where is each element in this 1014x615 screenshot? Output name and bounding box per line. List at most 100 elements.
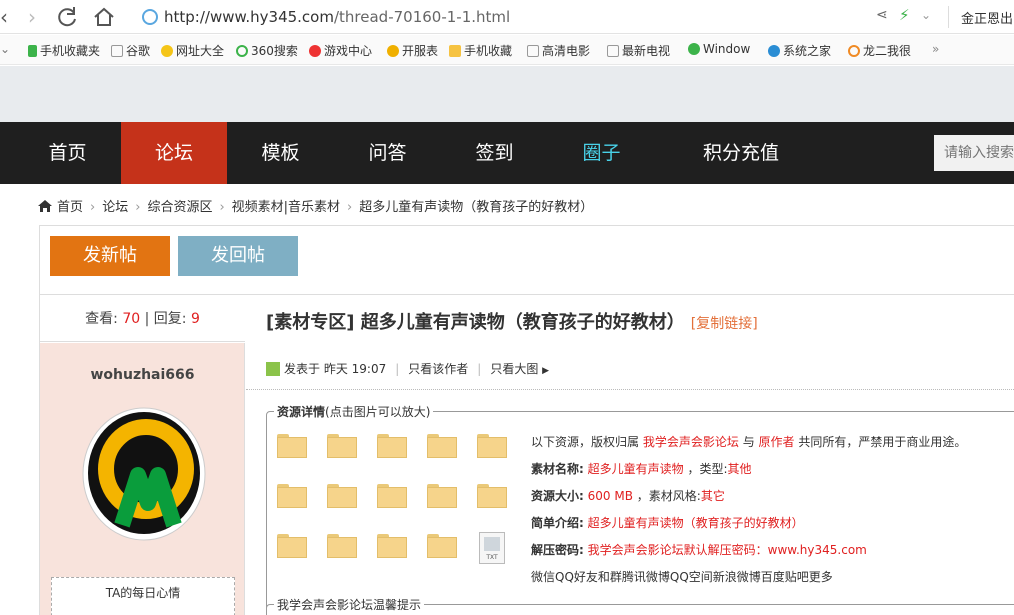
search-input[interactable] <box>934 135 1014 171</box>
copy-author: 原作者 <box>758 435 795 449</box>
new-post-button[interactable]: 发新帖 <box>50 236 170 276</box>
refresh-icon[interactable] <box>56 5 80 29</box>
size-label: 资源大小: <box>531 489 584 503</box>
nav-forum[interactable]: 论坛 <box>121 122 227 184</box>
home-icon[interactable] <box>92 5 116 29</box>
crumb-separator: › <box>219 200 225 215</box>
resource-fieldset: 资源详情(点击图片可以放大) TXT 以下资源，版权归属 我学会声会影论坛 与 … <box>266 403 1014 615</box>
nav-checkin[interactable]: 签到 <box>441 122 548 184</box>
copy-site[interactable]: 我学会声会影论坛 <box>643 435 739 449</box>
nav-templates[interactable]: 模板 <box>227 122 334 184</box>
site-secure-icon <box>142 9 158 25</box>
lightning-icon[interactable]: ⚡ <box>899 6 910 24</box>
bookmark-item[interactable]: 网址大全 <box>161 42 224 59</box>
folder-icon[interactable] <box>277 434 307 458</box>
folder-body <box>377 537 407 558</box>
folder-icon[interactable] <box>327 484 357 508</box>
share-icon[interactable]: ⋖ <box>876 7 888 23</box>
copy-post: 共同所有，严禁用于商业用途。 <box>798 435 967 449</box>
type-label: ，类型: <box>687 462 728 476</box>
page-icon <box>527 45 539 57</box>
back-icon[interactable]: ‹ <box>0 5 16 29</box>
mood-label: TA的每日心情 <box>105 586 181 600</box>
folder-icon[interactable] <box>327 434 357 458</box>
360-icon <box>236 45 248 57</box>
bookmark-item[interactable]: 手机收藏夹 <box>28 42 100 59</box>
folder-icon[interactable] <box>427 434 457 458</box>
meta-divider: | <box>477 362 482 376</box>
bookmark-item[interactable]: 高清电影 <box>527 42 590 59</box>
main-nav: 首页 论坛 模板 问答 签到 圈子 积分充值 <box>0 122 1014 184</box>
bookmark-item[interactable]: 游戏中心 <box>309 42 372 59</box>
title-text: 超多儿童有声读物（教育孩子的好教材） <box>360 312 685 333</box>
user-name[interactable]: 金正恩出 <box>961 8 1013 27</box>
page-icon <box>607 45 619 57</box>
crumb-board[interactable]: 视频素材|音乐素材 <box>232 200 340 215</box>
bookmark-item[interactable]: 开服表 <box>387 42 438 59</box>
replies-count: 9 <box>190 311 200 327</box>
crumb-home[interactable]: 首页 <box>57 200 83 215</box>
bookmark-item[interactable]: 系统之家 <box>768 42 831 59</box>
folder-body <box>427 437 457 458</box>
tips-fieldset: 我学会声会影论坛温馨提示 <box>266 596 1014 615</box>
folder-icon[interactable] <box>477 434 507 458</box>
post-time: 发表于 昨天 19:07 <box>284 362 387 376</box>
crumb-thread[interactable]: 超多儿童有声读物（教育孩子的好教材） <box>359 200 593 215</box>
style-label: ，素材风格: <box>636 489 701 503</box>
title-tag[interactable]: [素材专区] <box>266 312 354 333</box>
copy-pre: 以下资源，版权归属 <box>531 435 640 449</box>
avatar[interactable] <box>82 407 206 541</box>
forward-icon[interactable]: › <box>20 5 44 29</box>
folder-body <box>377 437 407 458</box>
folder-icon[interactable] <box>377 484 407 508</box>
bookmark-chevron-icon[interactable]: ⌄ <box>0 42 10 56</box>
folder-icon[interactable] <box>327 534 357 558</box>
play-icon: ▶ <box>542 366 550 376</box>
dotted-divider <box>246 389 1014 390</box>
bookmark-item[interactable]: 手机收藏 <box>449 42 512 59</box>
chevron-down-icon[interactable]: ⌄ <box>921 8 931 22</box>
password-value: 我学会声会影论坛默认解压密码：www.hy345.com <box>587 543 867 557</box>
folder-body <box>327 487 357 508</box>
bookmark-label: 开服表 <box>402 44 439 58</box>
bookmarks-more[interactable]: » <box>932 42 939 56</box>
bookmark-item[interactable]: Window <box>688 42 750 56</box>
crumb-section[interactable]: 综合资源区 <box>147 200 212 215</box>
folder-icon[interactable] <box>377 534 407 558</box>
replies-label: 回复: <box>153 311 187 327</box>
copy-link[interactable]: [复制链接] <box>691 316 758 332</box>
folder-icon[interactable] <box>277 534 307 558</box>
bookmark-item[interactable]: 最新电视 <box>607 42 670 59</box>
txt-label: TXT <box>486 554 498 561</box>
folder-body <box>377 487 407 508</box>
bookmark-item[interactable]: 谷歌 <box>111 42 150 59</box>
folder-icon[interactable] <box>427 534 457 558</box>
only-author-link[interactable]: 只看该作者 <box>408 362 468 376</box>
nav-qa[interactable]: 问答 <box>334 122 441 184</box>
bookmark-item[interactable]: 360搜索 <box>236 42 298 59</box>
only-big-link[interactable]: 只看大图 <box>490 362 538 376</box>
nav-home[interactable]: 首页 <box>14 122 121 184</box>
folder-icon[interactable] <box>277 484 307 508</box>
bookmark-item[interactable]: 龙二我很 <box>848 42 911 59</box>
password-label: 解压密码: <box>531 543 584 557</box>
name-value: 超多儿童有声读物 <box>587 462 684 476</box>
meta-divider: | <box>395 362 400 376</box>
folder-icon[interactable] <box>377 434 407 458</box>
bookmark-label: 手机收藏 <box>464 44 513 58</box>
crumb-forum[interactable]: 论坛 <box>102 200 128 215</box>
url-field[interactable]: http://www.hy345.com/thread-70160-1-1.ht… <box>164 8 510 26</box>
share-line[interactable]: 微信QQ好友和群腾讯微博QQ空间新浪微博百度贴吧更多 <box>531 568 833 585</box>
nav-recharge[interactable]: 积分充值 <box>669 122 813 184</box>
reply-button[interactable]: 发回帖 <box>178 236 298 276</box>
author-name[interactable]: wohuzhai666 <box>40 367 245 383</box>
folder-icon[interactable] <box>477 484 507 508</box>
password-line: 解压密码: 我学会声会影论坛默认解压密码：www.hy345.com <box>531 541 867 558</box>
user-icon <box>266 362 280 376</box>
site-icon <box>848 45 860 57</box>
leaf-icon <box>688 43 700 55</box>
type-value: 其他 <box>727 462 752 476</box>
folder-icon[interactable] <box>427 484 457 508</box>
nav-circle[interactable]: 圈子 <box>548 122 655 184</box>
txt-file-icon[interactable]: TXT <box>479 532 505 564</box>
